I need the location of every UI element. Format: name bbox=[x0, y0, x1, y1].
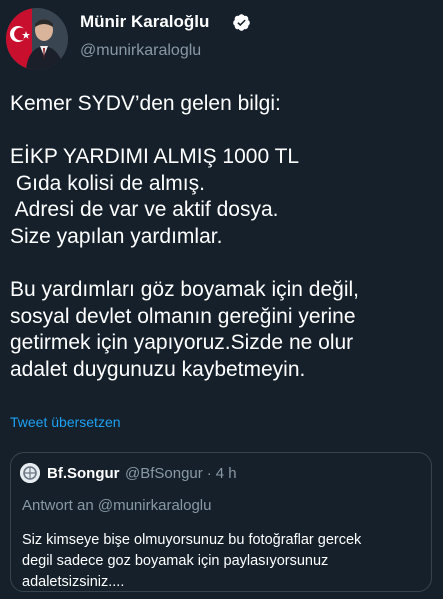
quoted-tweet-time[interactable]: 4 h bbox=[216, 465, 237, 482]
tweet-text-line: Kemer SYDV’den gelen bilgi: bbox=[10, 92, 281, 115]
quoted-tweet-meta: @BfSongur · 4 h bbox=[125, 465, 241, 482]
quoted-text-line: adaletsizsiniz.... bbox=[22, 574, 125, 590]
quoted-text-line: degil sadece goz boyamak için paylasıyor… bbox=[22, 553, 329, 569]
tweet-text-line: EİKP YARDIMI ALMIŞ 1000 TL bbox=[10, 145, 300, 169]
tweet-text-line: sosyal devlet olmanın gereğini yerine bbox=[10, 304, 356, 328]
quoted-tweet-body: Siz kimseye bişe olmuyorsunuz bu fotoğra… bbox=[22, 530, 422, 593]
tweet-text-line: Adresi de var ve aktif dosya. bbox=[10, 198, 279, 222]
author-handle[interactable]: @munirkaraloglu bbox=[80, 42, 201, 60]
tweet-body: Kemer SYDV’den gelen bilgi: EİKP YARDIMI… bbox=[10, 91, 435, 384]
author-display-name[interactable]: Münir Karaloğlu bbox=[80, 12, 209, 32]
tweet-text-line bbox=[10, 251, 435, 278]
quoted-author-display-name[interactable]: Bf.Songur bbox=[47, 465, 120, 482]
tweet-header: Münir Karaloğlu @munirkaraloglu bbox=[0, 0, 443, 80]
tweet-text-line: Bu yardımları göz boyamak için değil, bbox=[10, 278, 359, 302]
verified-badge-icon bbox=[233, 14, 250, 31]
quoted-text-line: Siz kimseye bişe olmuyorsunuz bu fotoğra… bbox=[22, 532, 362, 548]
meta-separator: · bbox=[206, 465, 212, 482]
quoted-tweet-card[interactable]: Bf.Songur @BfSongur · 4 h Antwort an @muni… bbox=[10, 452, 432, 592]
quoted-avatar-icon bbox=[20, 463, 40, 483]
tweet-text-line: adalet duygunuzu kaybetmeyin. bbox=[10, 357, 306, 381]
author-avatar[interactable] bbox=[6, 8, 68, 70]
tweet-text-line: Size yapılan yardımlar. bbox=[10, 224, 223, 248]
translate-tweet-link[interactable]: Tweet übersetzen bbox=[10, 414, 121, 430]
tweet-text-line: getirmek için yapıyoruz.Sizde ne olur bbox=[10, 331, 354, 355]
profile-photo-icon bbox=[6, 8, 68, 70]
quoted-reply-to: Antwort an @munirkaraloglu bbox=[22, 497, 212, 514]
tweet-text-line: Gıda kolisi de almış. bbox=[10, 171, 205, 195]
tweet-text-line bbox=[10, 118, 435, 145]
quoted-author-avatar[interactable] bbox=[20, 463, 40, 483]
quoted-author-handle[interactable]: @BfSongur bbox=[125, 465, 203, 482]
